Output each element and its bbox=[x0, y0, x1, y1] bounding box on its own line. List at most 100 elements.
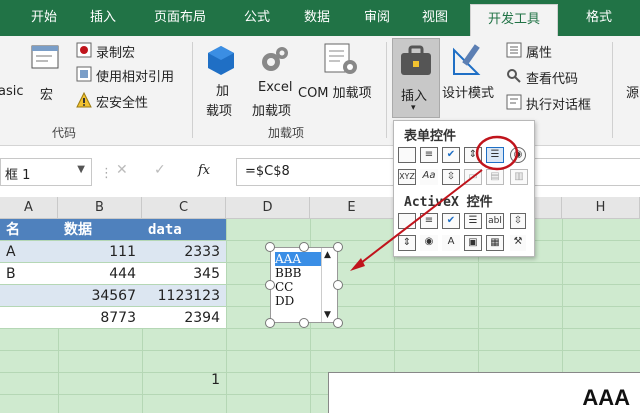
column-header-a[interactable]: A bbox=[0, 197, 58, 219]
properties-button[interactable]: 属性 bbox=[526, 42, 552, 61]
activex-text-box-icon[interactable]: abl bbox=[486, 213, 504, 229]
name-box[interactable]: 框 1 ▼ bbox=[0, 158, 92, 186]
enter-icon[interactable]: ✓ bbox=[154, 162, 166, 178]
tab-format[interactable]: 格式 bbox=[572, 0, 626, 36]
activex-button-icon[interactable] bbox=[398, 213, 416, 229]
cancel-icon[interactable]: ✕ bbox=[116, 162, 128, 178]
table-cell[interactable] bbox=[0, 285, 58, 307]
run-dialog-icon bbox=[506, 94, 522, 110]
ribbon: asic 宏 录制宏 使用相对引用 宏安全性 代码 加 载项 Excel 加载项… bbox=[0, 36, 640, 146]
properties-icon bbox=[506, 42, 522, 58]
table-cell[interactable]: 2394 bbox=[142, 307, 226, 329]
list-box-control[interactable]: AAA BBB CC DD ▲ ▼ bbox=[270, 247, 338, 323]
com-addins-icon bbox=[322, 42, 358, 76]
view-code-button[interactable]: 查看代码 bbox=[526, 68, 578, 87]
activex-scroll-bar-icon[interactable]: ⇳ bbox=[510, 213, 526, 229]
use-relative-references-button[interactable]: 使用相对引用 bbox=[96, 66, 174, 85]
checkbox-icon[interactable]: ✔ bbox=[442, 147, 460, 163]
text-field-icon: ▭ bbox=[464, 169, 482, 185]
excel-addins-button-line1[interactable]: Excel bbox=[258, 80, 292, 95]
macros-button[interactable]: 宏 bbox=[40, 84, 53, 103]
insert-function-icon[interactable]: fx bbox=[198, 163, 210, 178]
column-header-c[interactable]: C bbox=[142, 197, 226, 219]
record-macro-button[interactable]: 录制宏 bbox=[96, 42, 135, 61]
activex-list-box-icon[interactable]: ☰ bbox=[464, 213, 482, 229]
more-options-icon: ⋮ bbox=[100, 166, 113, 181]
list-item[interactable]: BBB bbox=[275, 266, 323, 280]
column-header-e[interactable]: E bbox=[310, 197, 394, 219]
tab-view[interactable]: 视图 bbox=[410, 0, 460, 36]
option-button-icon[interactable]: ◉ bbox=[510, 147, 526, 163]
resize-handle[interactable] bbox=[333, 242, 343, 252]
table-cell[interactable]: 111 bbox=[58, 241, 142, 263]
activex-spin-button-icon[interactable]: ⇕ bbox=[398, 235, 416, 251]
column-header-b[interactable]: B bbox=[58, 197, 142, 219]
run-dialog-button[interactable]: 执行对话框 bbox=[526, 94, 591, 113]
column-header-d[interactable]: D bbox=[226, 197, 310, 219]
excel-addins-gear-icon bbox=[258, 44, 290, 76]
insert-controls-button[interactable]: 插入 ▾ bbox=[392, 38, 440, 118]
resize-handle[interactable] bbox=[265, 318, 275, 328]
com-addins-button[interactable]: COM 加载项 bbox=[298, 82, 372, 101]
group-box-icon[interactable]: XYZ bbox=[398, 169, 416, 185]
list-item[interactable]: DD bbox=[275, 294, 323, 308]
tab-formulas[interactable]: 公式 bbox=[232, 0, 282, 36]
table-header-cell[interactable]: 名 bbox=[0, 219, 58, 241]
table-header-cell[interactable]: 数据 bbox=[58, 219, 142, 241]
list-item[interactable]: AAA bbox=[275, 252, 323, 266]
table-header-cell[interactable]: data bbox=[142, 219, 226, 241]
activex-label-icon[interactable]: A bbox=[442, 235, 460, 251]
linked-cell-value[interactable]: 1 bbox=[142, 369, 226, 391]
resize-handle[interactable] bbox=[333, 280, 343, 290]
resize-handle[interactable] bbox=[333, 318, 343, 328]
design-mode-icon bbox=[450, 42, 486, 78]
addins-button-line2[interactable]: 载项 bbox=[206, 100, 232, 119]
source-button-partial[interactable]: 源 bbox=[626, 82, 639, 101]
table-cell[interactable] bbox=[0, 307, 58, 329]
tab-home[interactable]: 开始 bbox=[14, 0, 74, 36]
tab-insert[interactable]: 插入 bbox=[78, 0, 128, 36]
chevron-down-icon: ▾ bbox=[411, 103, 416, 113]
table-cell[interactable]: 8773 bbox=[58, 307, 142, 329]
table-cell[interactable]: 1123123 bbox=[142, 285, 226, 307]
excel-addins-button-line2[interactable]: 加载项 bbox=[252, 100, 291, 119]
label-icon[interactable]: Aa bbox=[420, 169, 438, 185]
chevron-down-icon[interactable]: ▼ bbox=[77, 164, 85, 175]
resize-handle[interactable] bbox=[299, 242, 309, 252]
table-cell[interactable]: 444 bbox=[58, 263, 142, 285]
scroll-bar-icon[interactable]: ⇳ bbox=[442, 169, 460, 185]
group-divider bbox=[612, 42, 613, 138]
activex-toggle-button-icon[interactable]: ▦ bbox=[486, 235, 504, 251]
activex-combo-box-icon[interactable]: ≡ bbox=[420, 213, 438, 229]
table-cell[interactable]: 34567 bbox=[58, 285, 142, 307]
table-cell[interactable]: B bbox=[0, 263, 58, 285]
combo-box-icon[interactable]: ≡ bbox=[420, 147, 438, 163]
more-controls-icon[interactable]: ⚒ bbox=[510, 235, 526, 251]
list-box-icon[interactable]: ☰ bbox=[486, 147, 504, 163]
activex-checkbox-icon[interactable]: ✔ bbox=[442, 213, 460, 229]
table-cell[interactable]: A bbox=[0, 241, 58, 263]
table-cell[interactable]: 2333 bbox=[142, 241, 226, 263]
design-mode-button[interactable]: 设计模式 bbox=[442, 82, 494, 101]
list-item[interactable]: CC bbox=[275, 280, 323, 294]
activex-option-button-icon[interactable]: ◉ bbox=[420, 235, 438, 251]
visual-basic-button[interactable]: asic bbox=[0, 84, 24, 99]
spin-button-icon[interactable]: ⇕ bbox=[464, 147, 482, 163]
resize-handle[interactable] bbox=[265, 242, 275, 252]
macro-security-button[interactable]: 宏安全性 bbox=[96, 92, 148, 111]
scroll-up-icon[interactable]: ▲ bbox=[324, 250, 331, 260]
scroll-down-icon[interactable]: ▼ bbox=[324, 310, 331, 320]
activex-image-icon[interactable]: ▣ bbox=[464, 235, 482, 251]
group-divider bbox=[386, 42, 387, 138]
tab-data[interactable]: 数据 bbox=[292, 0, 342, 36]
column-header-h[interactable]: H bbox=[562, 197, 640, 219]
tab-developer[interactable]: 开发工具 bbox=[470, 4, 558, 36]
chart-area[interactable]: AAA bbox=[328, 372, 640, 413]
tab-page-layout[interactable]: 页面布局 bbox=[140, 0, 220, 36]
resize-handle[interactable] bbox=[299, 318, 309, 328]
tab-review[interactable]: 审阅 bbox=[352, 0, 402, 36]
addins-button-line1[interactable]: 加 bbox=[216, 80, 229, 99]
button-control-icon[interactable] bbox=[398, 147, 416, 163]
table-cell[interactable]: 345 bbox=[142, 263, 226, 285]
resize-handle[interactable] bbox=[265, 280, 275, 290]
